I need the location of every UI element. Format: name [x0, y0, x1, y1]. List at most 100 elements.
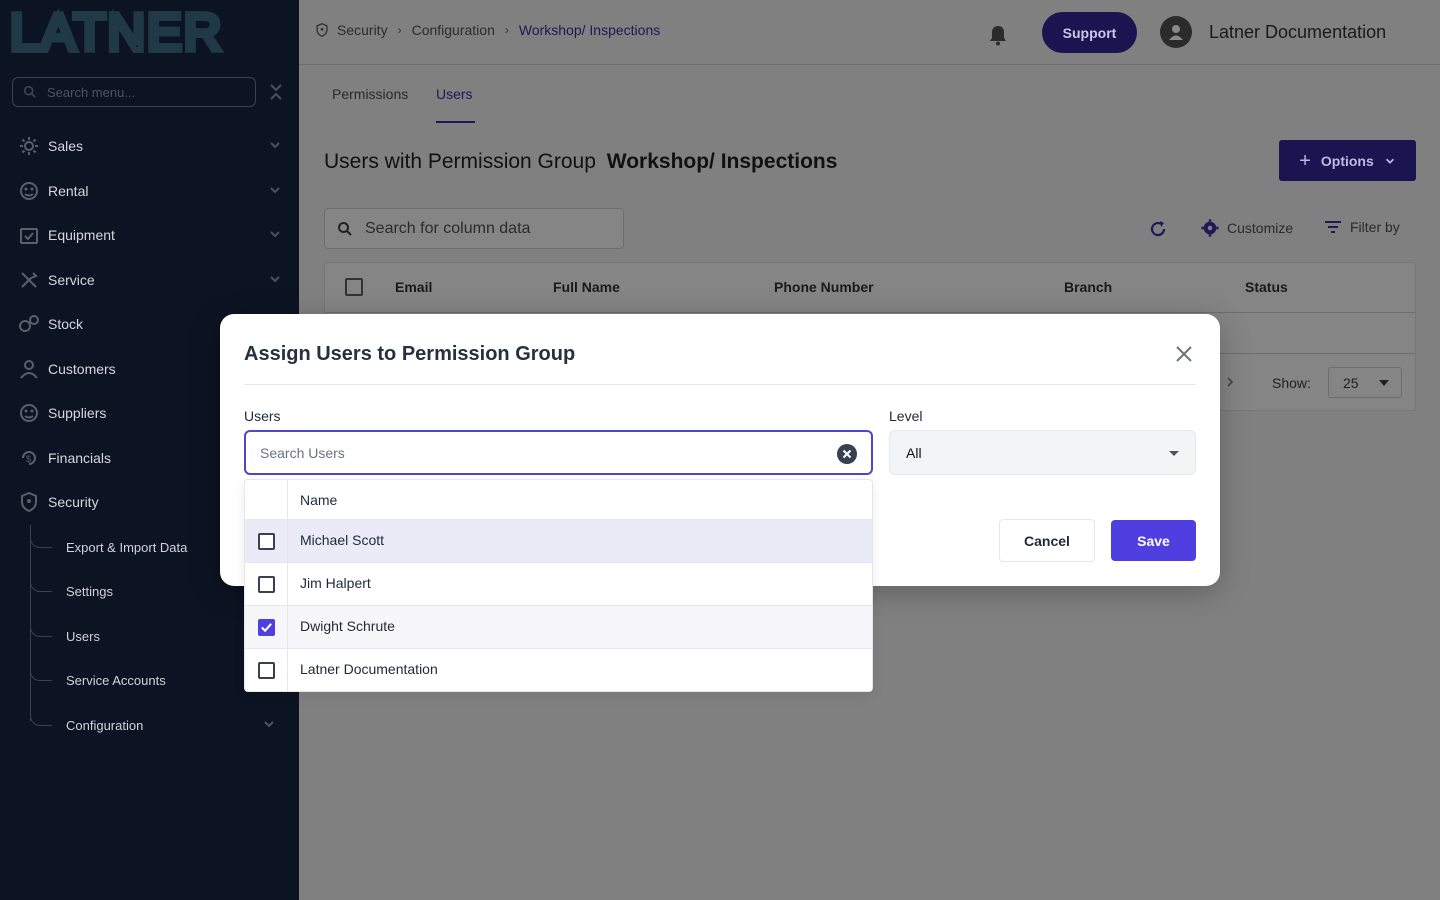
column-header-phone[interactable]: Phone Number: [774, 279, 874, 295]
dropdown-header: Name: [245, 480, 872, 520]
stock-icon: [18, 313, 40, 335]
modal-divider: [244, 384, 1196, 385]
chevron-down-icon: [270, 187, 280, 194]
chevron-right-icon[interactable]: [1224, 375, 1236, 389]
name-column-header: Name: [300, 492, 338, 508]
breadcrumb-configuration[interactable]: Configuration: [412, 22, 495, 38]
users-field-label: Users: [244, 408, 281, 424]
customize-button[interactable]: Customize: [1201, 219, 1293, 237]
filter-icon: [1325, 221, 1341, 233]
sidebar-subitem-service-accounts[interactable]: Service Accounts: [66, 670, 166, 690]
column-header-branch[interactable]: Branch: [1064, 279, 1112, 295]
caret-down-icon: [1379, 380, 1389, 386]
sidebar-search[interactable]: [12, 77, 256, 107]
user-icon: [1169, 25, 1183, 40]
column-header-full-name[interactable]: Full Name: [553, 279, 620, 295]
filter-label: Filter by: [1350, 219, 1400, 235]
service-icon: [18, 269, 40, 291]
list-item[interactable]: Dwight Schrute: [245, 606, 872, 649]
tab-permissions[interactable]: Permissions: [332, 86, 408, 102]
user-checkbox[interactable]: [258, 533, 275, 550]
sidebar-subitem-settings[interactable]: Settings: [66, 581, 113, 601]
page-size-select[interactable]: 25: [1328, 367, 1402, 398]
shield-icon: [316, 22, 328, 38]
modal-title: Assign Users to Permission Group: [244, 343, 576, 365]
sidebar-item-label: Suppliers: [48, 405, 107, 421]
user-checkbox-checked[interactable]: [258, 619, 275, 636]
user-checkbox[interactable]: [258, 662, 275, 679]
user-name-cell: Dwight Schrute: [300, 618, 395, 634]
sidebar-subitem-users[interactable]: Users: [66, 626, 100, 646]
cancel-button[interactable]: Cancel: [999, 519, 1095, 562]
chevron-down-icon: [270, 276, 280, 283]
avatar[interactable]: [1160, 16, 1192, 48]
sidebar-item-label: Sales: [48, 138, 84, 154]
page-size-label: Show:: [1272, 375, 1311, 391]
breadcrumb-current: Workshop/ Inspections: [518, 22, 661, 38]
options-button[interactable]: + Options: [1279, 140, 1416, 181]
suppliers-icon: [18, 402, 40, 424]
breadcrumb: Security › Configuration › Workshop/ Ins…: [315, 22, 660, 38]
sidebar-subitem-configuration[interactable]: Configuration: [66, 715, 143, 735]
checkmark-icon: [261, 623, 272, 633]
refresh-icon[interactable]: [1148, 219, 1168, 239]
top-header: Security › Configuration › Workshop/ Ins…: [299, 0, 1440, 65]
tree-branch: [30, 534, 52, 548]
filter-button[interactable]: Filter by: [1324, 219, 1400, 235]
sidebar-item-label: Rental: [48, 183, 89, 199]
sidebar-item-sales[interactable]: Sales: [18, 131, 288, 161]
search-icon: [338, 221, 352, 236]
column-header-status[interactable]: Status: [1245, 279, 1288, 295]
sidebar-item-label: Financials: [48, 450, 112, 466]
bell-icon[interactable]: [988, 24, 1008, 46]
list-item[interactable]: Michael Scott: [245, 520, 872, 563]
user-checkbox[interactable]: [258, 576, 275, 593]
collapse-menu-icon[interactable]: [268, 82, 284, 102]
user-name-cell: Jim Halpert: [300, 575, 371, 591]
close-icon[interactable]: [1173, 343, 1195, 365]
clear-icon[interactable]: [837, 444, 857, 464]
user-name[interactable]: Latner Documentation: [1209, 22, 1386, 43]
chevron-down-icon: [270, 142, 280, 149]
sidebar-item-rental[interactable]: Rental: [18, 176, 288, 206]
users-dropdown-list: Name Michael Scott Jim Halpert Dwight Sc…: [244, 479, 873, 692]
column-header-email[interactable]: Email: [395, 279, 432, 295]
column-search-input[interactable]: [365, 219, 595, 238]
page-size-value: 25: [1343, 374, 1359, 391]
sidebar-search-input[interactable]: [47, 84, 227, 100]
table-divider: [325, 312, 1415, 313]
list-item[interactable]: Latner Documentation: [245, 649, 872, 691]
level-field-label: Level: [889, 408, 923, 424]
page-title-prefix: Users with Permission Group: [324, 150, 596, 173]
sidebar-item-equipment[interactable]: Equipment: [18, 220, 288, 250]
tree-branch: [30, 712, 52, 726]
chevron-down-icon: [270, 231, 280, 238]
sidebar-subitem-export-import[interactable]: Export & Import Data: [66, 537, 187, 557]
tree-branch: [30, 623, 52, 637]
latner-logo[interactable]: LATNER: [7, 1, 280, 65]
customers-icon: [18, 358, 40, 380]
logo-graphic: LATNER: [7, 1, 224, 65]
users-search-input[interactable]: [260, 444, 820, 461]
logo-text: LATNER: [10, 8, 223, 54]
sidebar-item-service[interactable]: Service: [18, 265, 288, 295]
svg-text:$: $: [26, 454, 31, 464]
equipment-icon: [18, 224, 40, 246]
user-name-cell: Latner Documentation: [300, 661, 438, 677]
chevron-down-icon: [1385, 158, 1394, 164]
users-search-field[interactable]: [244, 430, 873, 475]
level-select[interactable]: All: [889, 430, 1196, 475]
sidebar-item-label: Equipment: [48, 227, 115, 243]
sales-icon: [18, 135, 40, 157]
select-all-checkbox[interactable]: [345, 278, 363, 296]
breadcrumb-security[interactable]: Security: [337, 22, 388, 38]
tab-users[interactable]: Users: [436, 86, 473, 102]
save-button[interactable]: Save: [1111, 520, 1196, 561]
options-label: Options: [1320, 152, 1374, 169]
tree-branch: [30, 578, 52, 592]
column-search[interactable]: [324, 208, 624, 249]
level-value: All: [906, 444, 922, 461]
list-item[interactable]: Jim Halpert: [245, 563, 872, 606]
chevron-down-icon[interactable]: [262, 717, 276, 731]
support-button[interactable]: Support: [1042, 12, 1137, 53]
